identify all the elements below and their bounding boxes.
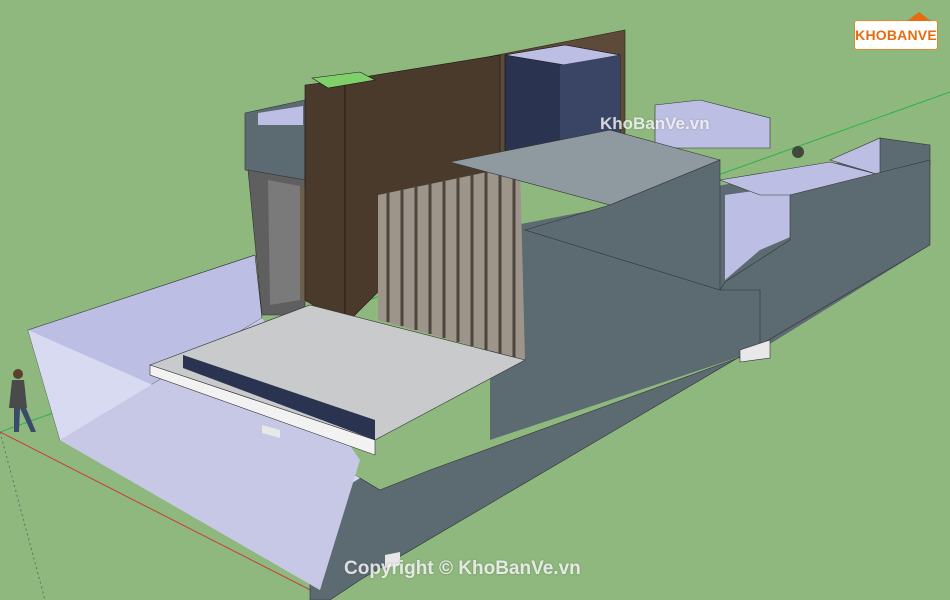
center-watermark: KhoBanVe.vn [600, 114, 710, 133]
wood-tower-front [304, 79, 346, 326]
3d-model-viewport[interactable]: KHOBANVE KhoBanVe.vn Copyright © KhoBanV… [0, 0, 950, 600]
building-model [0, 29, 950, 600]
plant [792, 146, 804, 158]
left-entry-glass [268, 180, 300, 305]
copyright-watermark: Copyright © KhoBanVe.vn [344, 558, 581, 579]
brand-logo: KHOBANVE [854, 12, 938, 50]
blue-axis-line [0, 431, 46, 600]
logo-roof-icon [907, 12, 931, 21]
scale-person [9, 369, 36, 432]
brand-logo-text: KHOBANVE [855, 27, 937, 43]
